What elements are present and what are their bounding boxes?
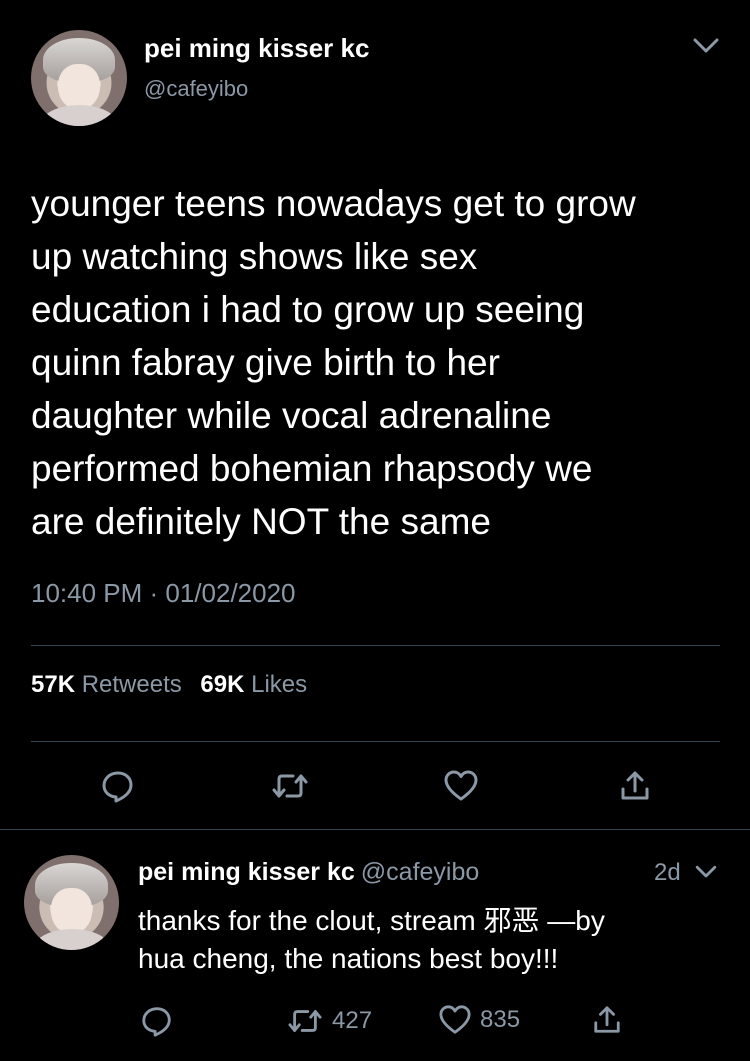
tweet-text: younger teens nowadays get to grow up wa… bbox=[31, 183, 636, 542]
section-divider bbox=[0, 829, 750, 830]
reply-author[interactable]: pei ming kisser kc @cafeyibo bbox=[138, 858, 479, 887]
avatar[interactable] bbox=[31, 30, 127, 126]
main-tweet: pei ming kisser kc @cafeyibo younger tee… bbox=[0, 0, 750, 830]
share-button[interactable] bbox=[617, 766, 653, 806]
reply-handle[interactable]: @cafeyibo bbox=[361, 858, 480, 886]
retweet-icon bbox=[288, 1010, 322, 1032]
reply-button[interactable] bbox=[97, 766, 139, 806]
reply-display-name[interactable]: pei ming kisser kc bbox=[138, 858, 355, 886]
reply-reply-button[interactable] bbox=[140, 1004, 174, 1038]
engagement-stats: 57K Retweets 69K Likes bbox=[31, 671, 319, 699]
heart-icon bbox=[439, 1005, 471, 1034]
avatar[interactable] bbox=[24, 855, 119, 950]
reply-like-button[interactable]: 835 bbox=[438, 1004, 520, 1036]
reply-text: thanks for the clout, stream 邪恶 —by hua … bbox=[138, 905, 605, 974]
share-icon bbox=[594, 1006, 620, 1033]
retweets-count[interactable]: 57K bbox=[31, 671, 75, 698]
reply-likes-count: 835 bbox=[480, 1006, 521, 1033]
reply-share-button[interactable] bbox=[592, 1004, 622, 1036]
share-icon bbox=[621, 771, 649, 800]
reply-retweet-button[interactable]: 427 bbox=[286, 1004, 372, 1038]
likes-count[interactable]: 69K bbox=[200, 671, 244, 698]
author-handle[interactable]: @cafeyibo bbox=[144, 76, 248, 102]
reply-icon bbox=[142, 1007, 171, 1037]
retweet-button[interactable] bbox=[269, 766, 311, 806]
reply-icon bbox=[102, 771, 133, 803]
likes-label[interactable]: Likes bbox=[251, 671, 307, 698]
heart-icon bbox=[444, 770, 478, 801]
like-button[interactable] bbox=[440, 766, 482, 806]
divider bbox=[31, 645, 720, 646]
reply-retweets-count: 427 bbox=[332, 1007, 373, 1034]
chevron-down-icon[interactable] bbox=[694, 864, 718, 880]
retweet-icon bbox=[272, 774, 308, 798]
tweet-timestamp[interactable]: 10:40 PM · 01/02/2020 bbox=[31, 578, 296, 609]
reply-time: 2d bbox=[654, 859, 681, 886]
divider bbox=[31, 741, 720, 742]
chevron-down-icon[interactable] bbox=[692, 36, 720, 56]
author-display-name[interactable]: pei ming kisser kc bbox=[144, 33, 369, 64]
retweets-label[interactable]: Retweets bbox=[82, 671, 182, 698]
